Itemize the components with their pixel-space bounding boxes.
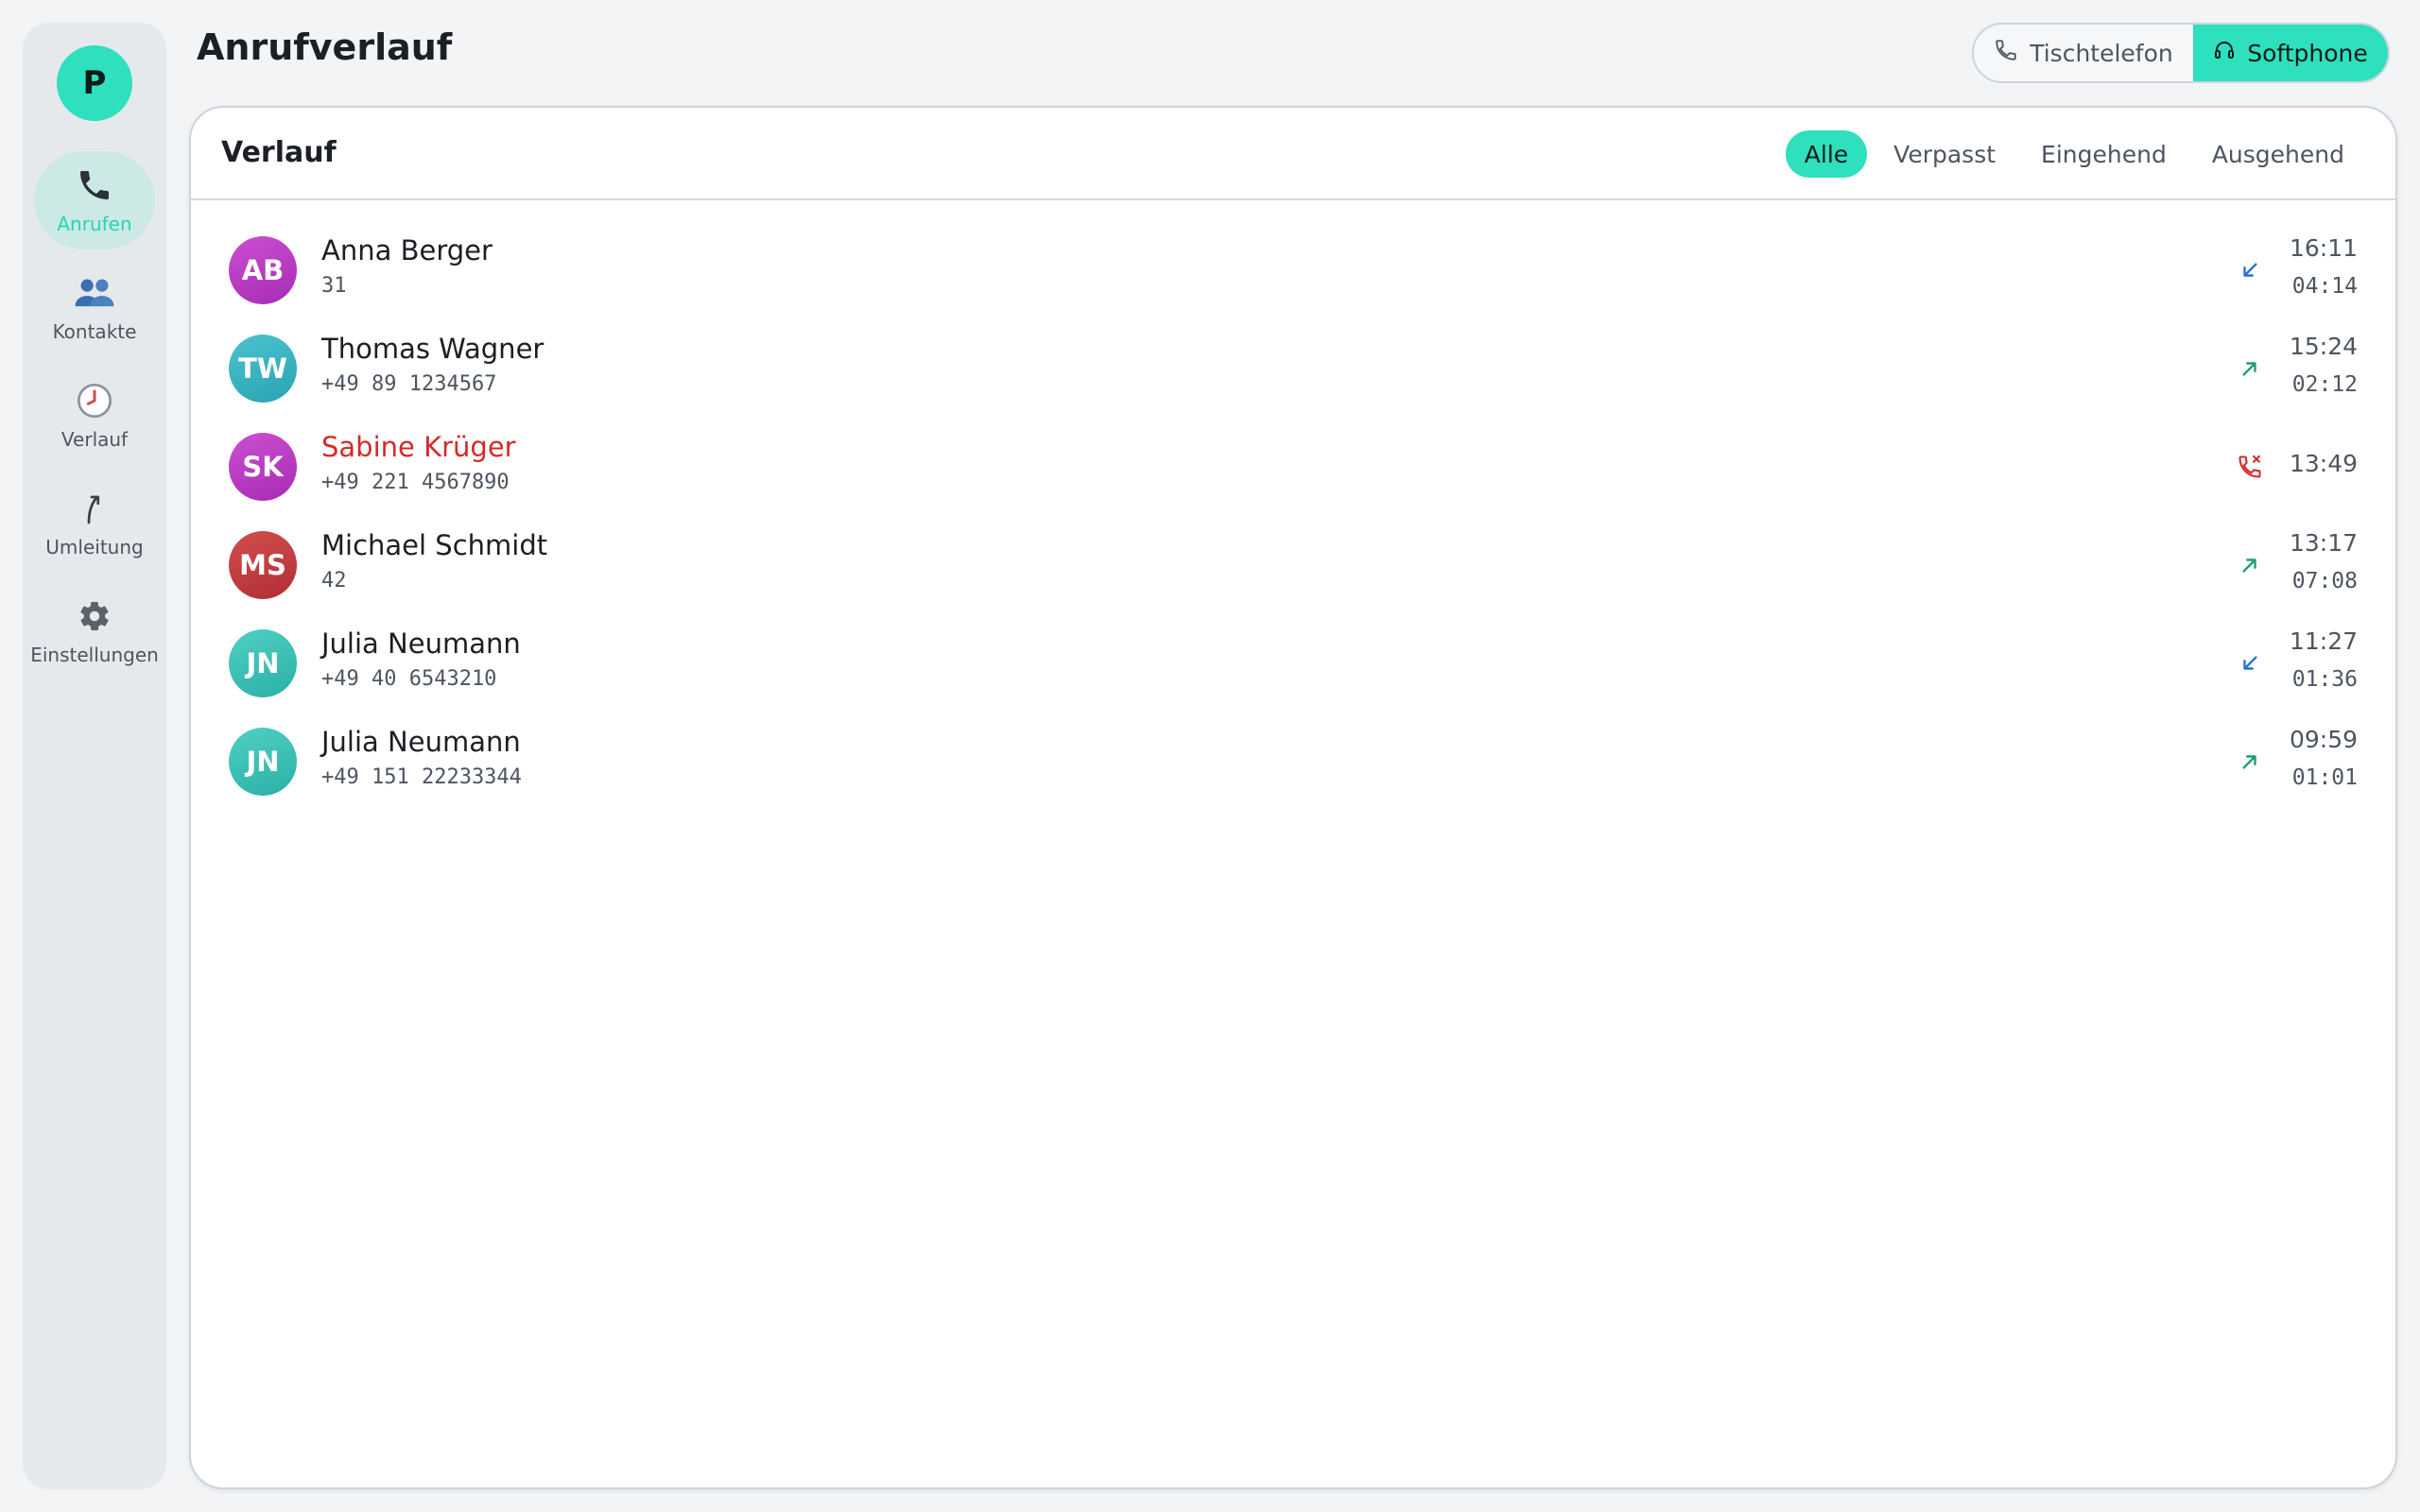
call-time: 13:17: [2289, 529, 2358, 557]
phone-icon: [76, 165, 113, 205]
contact-name: Julia Neumann: [321, 627, 521, 660]
call-time: 09:59: [2289, 726, 2358, 753]
sidebar-item-einstellungen[interactable]: Einstellungen: [30, 582, 159, 680]
sidebar-item-label: Einstellungen: [30, 644, 159, 666]
gear-icon: [78, 596, 112, 636]
contact-number: +49 89 1234567: [321, 372, 497, 396]
avatar-initials: SK: [242, 451, 284, 483]
contact-name: Anna Berger: [321, 234, 493, 266]
call-duration: 02:12: [2291, 372, 2358, 397]
sidebar-item-label: Kontakte: [52, 320, 137, 343]
call-list: AB Anna Berger 31 16:11 04:14 TW Thomas …: [191, 221, 2395, 811]
avatar-initials: JN: [246, 746, 280, 778]
softphone-label: Softphone: [2247, 39, 2368, 67]
outgoing-call-icon: [2237, 748, 2263, 775]
sidebar-item-verlauf[interactable]: Verlauf: [34, 367, 155, 465]
call-duration: 01:36: [2291, 667, 2358, 692]
contact-number: +49 221 4567890: [321, 471, 510, 494]
call-time: 16:11: [2289, 234, 2358, 262]
call-time: 13:49: [2289, 450, 2358, 477]
filter-eingehend[interactable]: Eingehend: [2022, 130, 2186, 178]
sidebar-item-label: Verlauf: [60, 428, 129, 451]
call-duration: 07:08: [2291, 569, 2358, 593]
contact-number: 42: [321, 569, 347, 593]
avatar-initials: JN: [246, 647, 280, 679]
sidebar-item-label: Umleitung: [45, 536, 144, 558]
desk-phone-label: Tischtelefon: [2030, 39, 2173, 67]
contact-name: Michael Schmidt: [321, 529, 548, 561]
filter-tabs: Alle Verpasst Eingehend Ausgehend: [1778, 130, 2363, 178]
call-duration: 04:14: [2291, 274, 2358, 299]
filter-alle[interactable]: Alle: [1785, 130, 1868, 178]
call-row[interactable]: JN Julia Neumann +49 40 6543210 11:27 01…: [191, 614, 2395, 713]
sidebar: P Anrufen Kontakte Verlauf Umleitung Ein…: [23, 23, 166, 1489]
call-row[interactable]: AB Anna Berger 31 16:11 04:14: [191, 221, 2395, 319]
call-duration: 01:01: [2291, 765, 2358, 790]
sidebar-item-umleitung[interactable]: Umleitung: [34, 474, 155, 573]
call-row[interactable]: SK Sabine Krüger +49 221 4567890 13:49: [191, 418, 2395, 516]
contact-number: 31: [321, 274, 347, 298]
sidebar-item-anrufen[interactable]: Anrufen: [34, 151, 155, 249]
incoming-call-icon: [2237, 650, 2263, 677]
call-time: 11:27: [2289, 627, 2358, 655]
clock-icon: [76, 381, 113, 421]
call-row[interactable]: JN Julia Neumann +49 151 22233344 09:59 …: [191, 713, 2395, 811]
incoming-call-icon: [2237, 257, 2263, 284]
filter-ausgehend[interactable]: Ausgehend: [2193, 130, 2363, 178]
missed-call-icon: [2237, 454, 2263, 480]
sidebar-item-label: Anrufen: [57, 213, 132, 235]
call-history-panel: Verlauf Alle Verpasst Eingehend Ausgehen…: [189, 106, 2397, 1489]
outgoing-call-icon: [2237, 552, 2263, 578]
contact-avatar: JN: [229, 728, 297, 796]
call-row[interactable]: TW Thomas Wagner +49 89 1234567 15:24 02…: [191, 319, 2395, 418]
call-row[interactable]: MS Michael Schmidt 42 13:17 07:08: [191, 516, 2395, 614]
softphone-button[interactable]: Softphone: [2193, 25, 2388, 81]
contact-avatar: AB: [229, 236, 297, 304]
filter-verpasst[interactable]: Verpasst: [1875, 130, 2014, 178]
device-toggle: Tischtelefon Softphone: [1972, 23, 2390, 83]
phone-outline-icon: [1994, 38, 2030, 68]
avatar-initials: MS: [239, 549, 286, 581]
panel-title: Verlauf: [221, 136, 337, 169]
avatar-initials: AB: [241, 254, 285, 286]
contact-avatar: TW: [229, 335, 297, 403]
contact-avatar: SK: [229, 433, 297, 501]
avatar-initial: P: [82, 64, 107, 102]
contact-name: Sabine Krüger: [321, 431, 516, 463]
call-time: 15:24: [2289, 333, 2358, 360]
headset-icon: [2213, 39, 2247, 67]
desk-phone-button[interactable]: Tischtelefon: [1974, 25, 2193, 81]
outgoing-call-icon: [2237, 355, 2263, 382]
contact-number: +49 40 6543210: [321, 667, 497, 691]
avatar[interactable]: P: [57, 45, 132, 121]
forward-icon: [78, 489, 112, 528]
avatar-initials: TW: [238, 352, 287, 385]
contact-name: Julia Neumann: [321, 726, 521, 758]
sidebar-item-kontakte[interactable]: Kontakte: [34, 259, 155, 357]
page-title: Anrufverlauf: [197, 26, 453, 68]
contact-number: +49 151 22233344: [321, 765, 522, 789]
contact-name: Thomas Wagner: [321, 333, 544, 365]
contacts-icon: [74, 273, 115, 313]
panel-header: Verlauf Alle Verpasst Eingehend Ausgehen…: [191, 108, 2395, 200]
contact-avatar: JN: [229, 629, 297, 697]
contact-avatar: MS: [229, 531, 297, 599]
